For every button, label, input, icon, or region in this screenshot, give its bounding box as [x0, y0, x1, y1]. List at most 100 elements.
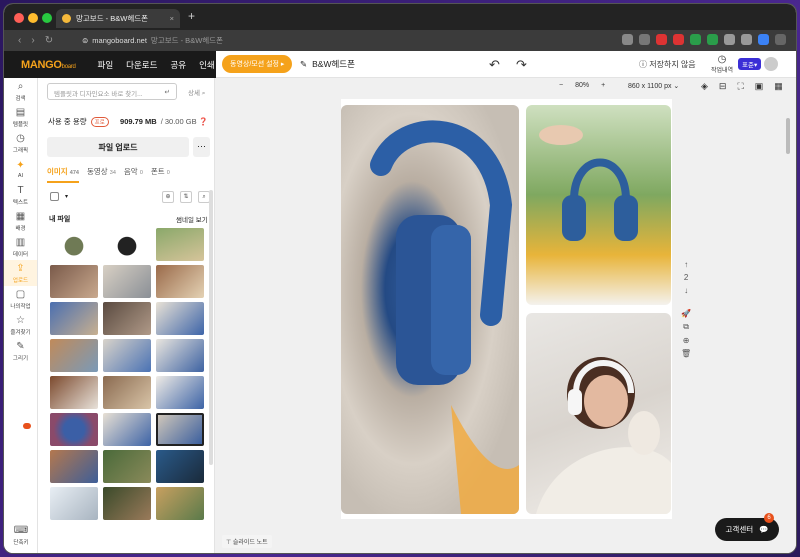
image-thumbnail[interactable] — [156, 339, 204, 372]
translate-icon[interactable] — [639, 34, 650, 45]
tab-music[interactable]: 음악 0 — [124, 166, 143, 183]
extension-icon[interactable] — [758, 34, 769, 45]
extension-icon[interactable] — [690, 34, 701, 45]
maximize-window-button[interactable] — [42, 13, 52, 23]
align-icon[interactable]: ⊟ — [719, 81, 727, 92]
undo-icon[interactable]: ↶ — [489, 57, 500, 73]
chevron-down-icon[interactable]: ▾ — [65, 193, 68, 200]
sort-icon[interactable]: ⇅ — [180, 190, 192, 203]
image-thumbnail[interactable] — [103, 228, 151, 261]
frame-icon[interactable]: ▣ — [755, 81, 764, 92]
image-thumbnail[interactable] — [103, 302, 151, 335]
image-thumbnail[interactable] — [156, 228, 204, 261]
browser-tab[interactable]: 망고보드 - B&W헤드폰 × — [56, 9, 180, 28]
history-button[interactable]: ◷ 작업내역 — [711, 54, 733, 74]
image-thumbnail[interactable] — [50, 302, 98, 335]
image-thumbnail[interactable] — [50, 265, 98, 298]
menu-file[interactable]: 파일 — [98, 59, 114, 71]
thumbnail-view-dropdown[interactable]: 썸네일 보기 ▾ — [176, 214, 213, 224]
image-thumbnail[interactable] — [50, 413, 98, 446]
share-icon[interactable] — [622, 34, 633, 45]
design-page[interactable] — [341, 99, 672, 519]
image-thumbnail[interactable] — [103, 450, 151, 483]
search-input[interactable]: 템플릿과 디자인요소 바로 찾기... ↵ — [47, 83, 177, 100]
rail-item-shortcuts[interactable]: ⌨ 단축키 — [4, 522, 38, 548]
avatar[interactable] — [764, 57, 778, 71]
image-thumbnail[interactable] — [103, 339, 151, 372]
layers-icon[interactable]: ◈ — [701, 81, 708, 92]
rail-item-search[interactable]: ⌕ 검색 — [4, 78, 37, 104]
photo-woman-headphones[interactable] — [526, 313, 671, 514]
page-down-button[interactable]: ↓ — [684, 286, 688, 295]
plan-badge[interactable]: 표준▾ — [738, 58, 762, 70]
image-thumbnail[interactable] — [156, 450, 204, 483]
image-thumbnail[interactable] — [156, 265, 204, 298]
reload-icon[interactable]: ↻ — [45, 35, 53, 46]
extension-icon[interactable] — [707, 34, 718, 45]
file-upload-button[interactable]: 파일 업로드 — [47, 137, 189, 157]
fit-icon[interactable]: ⛶ — [737, 81, 743, 92]
image-thumbnail[interactable] — [50, 228, 98, 261]
rail-item-ai[interactable]: ✦ AI — [4, 156, 37, 182]
image-thumbnail[interactable] — [50, 339, 98, 372]
menu-icon[interactable] — [775, 34, 786, 45]
tab-videos[interactable]: 동영상 34 — [87, 166, 116, 183]
advanced-search-button[interactable]: 상세 ⌕ — [188, 87, 205, 98]
delete-page-icon[interactable]: 🗑 — [681, 349, 691, 358]
page-up-button[interactable]: ↑ — [684, 260, 688, 269]
rail-item-upload[interactable]: ⇪ 업로드 — [4, 260, 37, 286]
menu-share[interactable]: 공유 — [170, 59, 186, 71]
image-thumbnail[interactable] — [103, 265, 151, 298]
image-thumbnail[interactable] — [103, 413, 151, 446]
rail-item-template[interactable]: ▤ 템플릿 — [4, 104, 37, 130]
duplicate-page-icon[interactable]: ⧉ — [683, 322, 689, 332]
image-thumbnail[interactable] — [50, 487, 98, 520]
grid-icon[interactable]: ▦ — [774, 81, 783, 92]
rail-item-favorites[interactable]: ☆ 즐겨찾기 — [4, 312, 37, 338]
extension-icon[interactable] — [741, 34, 752, 45]
minimize-window-button[interactable] — [28, 13, 38, 23]
tab-fonts[interactable]: 폰트 0 — [151, 166, 170, 183]
rocket-icon[interactable]: 🚀 — [681, 309, 691, 318]
panel-scrollbar[interactable] — [209, 190, 213, 465]
zoom-in-button[interactable]: + — [601, 82, 605, 89]
image-thumbnail[interactable] — [103, 487, 151, 520]
back-icon[interactable]: ‹ — [18, 35, 21, 46]
canvas-scrollbar[interactable] — [786, 118, 790, 154]
slide-note-button[interactable]: ⊤ 슬라이드 노트 — [222, 535, 272, 548]
rail-item-background[interactable]: ▦ 배경 — [4, 208, 37, 234]
image-thumbnail[interactable] — [156, 487, 204, 520]
tab-images[interactable]: 이미지 474 — [47, 166, 79, 183]
zoom-value[interactable]: 80% — [575, 82, 589, 89]
more-options-button[interactable]: ⋯ — [193, 137, 210, 157]
rail-item-graphic[interactable]: ◷ 그래픽 — [4, 130, 37, 156]
mangoboard-logo[interactable]: MANGOboard — [21, 59, 76, 71]
redo-icon[interactable]: ↷ — [516, 57, 527, 73]
photo-headphones-hand[interactable] — [526, 105, 671, 305]
image-thumbnail[interactable] — [156, 413, 204, 446]
page-size-dropdown[interactable]: 860 x 1100 px ⌄ — [628, 82, 679, 90]
url-field[interactable]: ⊜ mangoboard.net 망고보드 - B&W헤드폰 — [82, 33, 462, 48]
extension-icon[interactable] — [656, 34, 667, 45]
image-thumbnail[interactable] — [156, 376, 204, 409]
close-tab-icon[interactable]: × — [170, 14, 174, 23]
image-thumbnail[interactable] — [50, 376, 98, 409]
image-thumbnail[interactable] — [103, 376, 151, 409]
close-window-button[interactable] — [14, 13, 24, 23]
rail-item-text[interactable]: T 텍스트 — [4, 182, 37, 208]
menu-download[interactable]: 다운로드 — [126, 59, 157, 71]
image-thumbnail[interactable] — [50, 450, 98, 483]
zoom-out-button[interactable]: − — [559, 82, 563, 89]
rail-item-draw[interactable]: ✎ 그리기 — [4, 338, 37, 364]
customer-center-button[interactable]: 고객센터 💬 6 — [715, 513, 779, 541]
extension-icon[interactable] — [724, 34, 735, 45]
rail-item-data[interactable]: ▥ 데이터 — [4, 234, 37, 260]
add-page-icon[interactable]: ⊕ — [683, 336, 690, 345]
document-name[interactable]: ✎ B&W헤드폰 — [300, 58, 355, 70]
menu-print[interactable]: 인쇄 — [199, 59, 215, 71]
video-motion-button[interactable]: 동영상/모션 설정 ▸ — [222, 55, 293, 73]
rail-item-my-work[interactable]: ▢ 나의작업 — [4, 286, 37, 312]
extension-icon[interactable] — [673, 34, 684, 45]
photo-headphones-knit[interactable] — [341, 105, 519, 514]
new-folder-icon[interactable]: ⊕ — [162, 190, 174, 203]
